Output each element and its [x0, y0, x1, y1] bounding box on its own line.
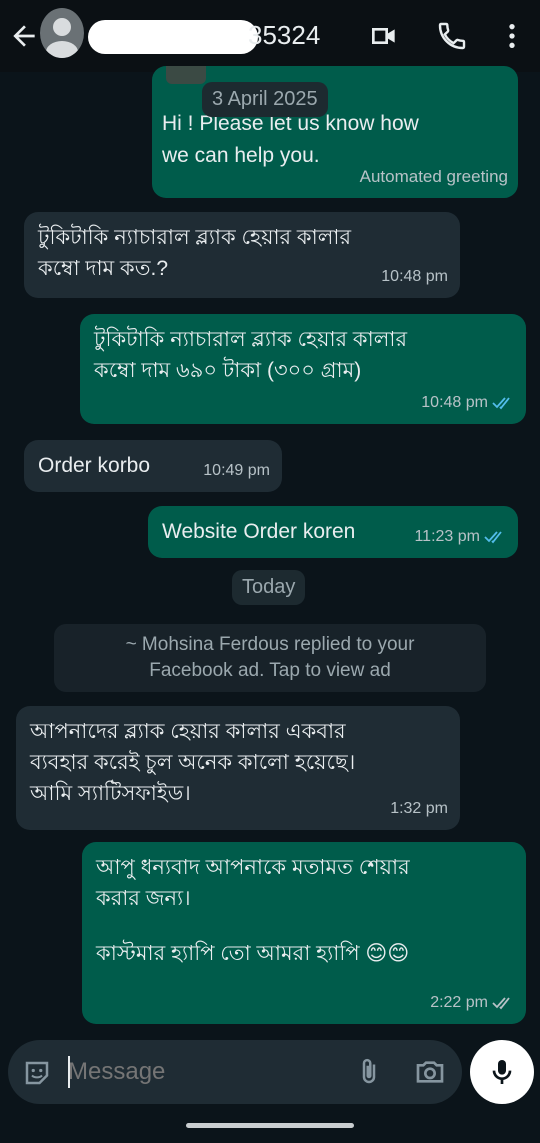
message-time: 2:22 pm — [430, 994, 488, 1011]
message-bubble-outgoing[interactable]: আপু ধন্যবাদ আপনাকে মতামত শেয়ার করার জন্… — [82, 842, 526, 1024]
notice-text: Facebook ad. Tap to view ad — [149, 660, 391, 681]
contact-avatar[interactable] — [40, 8, 84, 58]
double-check-read-icon — [492, 396, 510, 409]
message-text: we can help you. — [162, 144, 320, 167]
facebook-ad-reply-notice[interactable]: ~ Mohsina Ferdous replied to your Facebo… — [54, 624, 486, 692]
message-time: 11:23 pm — [414, 528, 480, 545]
message-time: 1:32 pm — [390, 800, 448, 817]
default-avatar-icon — [46, 18, 78, 58]
date-chip: 3 April 2025 — [202, 82, 328, 117]
message-input[interactable] — [66, 1054, 326, 1090]
message-time: 10:48 pm — [381, 268, 448, 285]
message-text: কাস্টমার হ্যাপি তো আমরা হ্যাপি 😊😊 — [96, 942, 410, 965]
redacted-contact-name — [88, 20, 258, 54]
message-bubble-outgoing[interactable]: টুকিটাকি ন্যাচারাল ব্ল্যাক হেয়ার কালার … — [80, 314, 526, 424]
message-text: আপনাদের ব্ল্যাক হেয়ার কালার একবার — [30, 720, 346, 743]
message-time: 10:49 pm — [203, 462, 270, 479]
message-meta: 10:48 pm — [421, 387, 514, 418]
automated-greeting-label: Automated greeting — [359, 167, 508, 186]
message-text: Website Order koren — [162, 520, 356, 543]
message-meta: 11:23 pm — [414, 521, 506, 552]
double-check-read-icon — [484, 530, 502, 543]
message-text: ব্যবহার করেই চুল অনেক কালো হয়েছে। — [30, 751, 356, 774]
message-bubble-incoming[interactable]: আপনাদের ব্ল্যাক হেয়ার কালার একবার ব্যবহ… — [16, 706, 460, 830]
message-text: Order korbo — [38, 454, 151, 477]
microphone-icon — [492, 1060, 512, 1084]
text-cursor — [68, 1056, 70, 1088]
phone-icon[interactable] — [436, 20, 468, 52]
message-text: করার জন্য। — [96, 887, 191, 910]
home-indicator[interactable] — [186, 1123, 354, 1128]
camera-icon[interactable] — [414, 1056, 446, 1088]
attach-icon[interactable] — [354, 1056, 384, 1088]
message-text: আপু ধন্যবাদ আপনাকে মতামত শেয়ার — [96, 856, 410, 879]
video-call-icon[interactable] — [368, 20, 400, 52]
mic-button[interactable] — [470, 1040, 534, 1104]
message-text: টুকিটাকি ন্যাচারাল ব্ল্যাক হেয়ার কালার — [94, 328, 407, 351]
notice-text: ~ Mohsina Ferdous replied to your — [125, 634, 415, 655]
message-time: 10:48 pm — [421, 394, 488, 411]
message-text: আমি স্যাটিসফাইড। — [30, 782, 191, 805]
message-bubble-incoming[interactable]: টুকিটাকি ন্যাচারাল ব্ল্যাক হেয়ার কালার … — [24, 212, 460, 298]
message-meta: 2:22 pm — [430, 987, 514, 1018]
date-chip: Today — [232, 570, 306, 605]
double-check-delivered-icon — [492, 996, 510, 1009]
message-bubble-incoming[interactable]: Order korbo 10:49 pm — [24, 440, 282, 492]
message-text: টুকিটাকি ন্যাচারাল ব্ল্যাক হেয়ার কালার — [38, 226, 351, 249]
message-composer[interactable] — [8, 1040, 462, 1104]
sticker-icon[interactable] — [22, 1058, 52, 1088]
message-text: কম্বো দাম ৬৯০ টাকা (৩০০ গ্রাম) — [94, 359, 362, 382]
contact-number[interactable]: 35324 — [248, 20, 320, 51]
ad-thumbnail — [166, 66, 206, 84]
back-arrow-icon[interactable] — [8, 18, 40, 54]
more-vert-icon[interactable] — [496, 20, 528, 52]
chat-header: 35324 — [0, 0, 540, 72]
message-bubble-outgoing[interactable]: Website Order koren 11:23 pm — [148, 506, 518, 558]
